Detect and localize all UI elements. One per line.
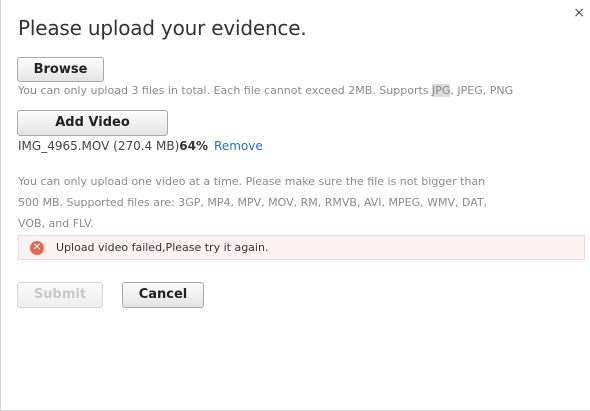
cancel-button[interactable]: Cancel: [122, 282, 204, 308]
browse-button[interactable]: Browse: [17, 57, 104, 82]
upload-evidence-dialog: × Please upload your evidence. Browse Yo…: [0, 0, 590, 411]
image-help-text-end: , JPEG, PNG: [450, 84, 514, 97]
remove-link[interactable]: Remove: [214, 139, 263, 153]
file-name: IMG_4965.MOV (270.4 MB): [18, 139, 180, 153]
error-message: Upload video failed,Please try it again.: [56, 241, 269, 254]
submit-button[interactable]: Submit: [17, 282, 103, 308]
dialog-title: Please upload your evidence.: [18, 16, 307, 40]
uploaded-file-row: IMG_4965.MOV (270.4 MB)64% Remove: [18, 139, 263, 153]
add-video-button[interactable]: Add Video: [17, 110, 168, 136]
close-icon[interactable]: ×: [573, 6, 585, 20]
image-help-highlight: JPG: [432, 84, 451, 97]
image-help-text: You can only upload 3 files in total. Ea…: [18, 84, 433, 97]
error-icon: ✕: [30, 241, 44, 255]
video-upload-help: You can only upload one video at a time.…: [18, 175, 488, 230]
upload-progress: 64%: [179, 139, 209, 153]
error-banner: ✕ Upload video failed,Please try it agai…: [18, 235, 585, 260]
image-upload-help: You can only upload 3 files in total. Ea…: [18, 84, 513, 97]
